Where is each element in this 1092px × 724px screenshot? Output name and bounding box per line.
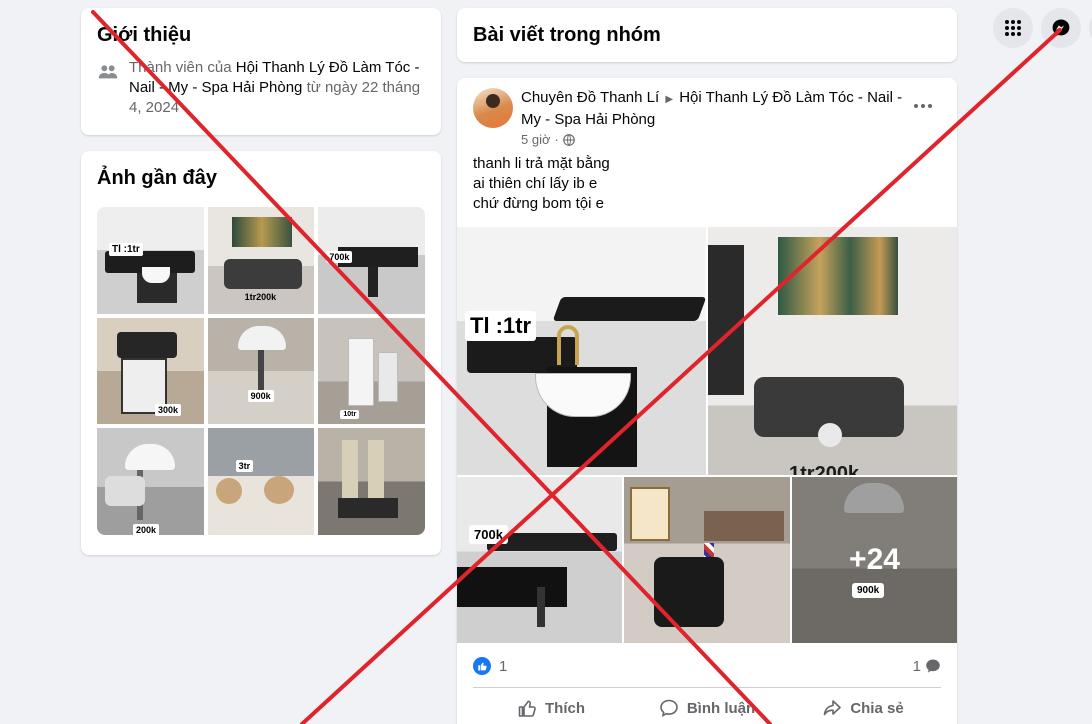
photo-thumb[interactable]: 10tr bbox=[318, 317, 425, 425]
dot-icon bbox=[914, 104, 918, 108]
recent-photos-card: Ảnh gần đây Tl :1tr 1tr200k 700k 300k 90… bbox=[81, 151, 441, 555]
thumbs-up-icon bbox=[518, 700, 536, 717]
intro-title: Giới thiệu bbox=[97, 24, 192, 46]
members-icon bbox=[98, 65, 118, 79]
apps-menu-button[interactable] bbox=[993, 8, 1033, 48]
comment-summary[interactable]: 1 bbox=[913, 658, 941, 675]
photo-thumb[interactable]: Tl :1tr bbox=[97, 207, 204, 314]
reaction-summary: 1 1 bbox=[473, 654, 941, 678]
like-count: 1 bbox=[499, 657, 508, 675]
more-photos-overlay[interactable]: +24 bbox=[792, 477, 957, 643]
photo-price-label: 700k bbox=[326, 251, 353, 263]
membership-text: Thành viên của Hội Thanh Lý Đồ Làm Tóc -… bbox=[129, 58, 425, 118]
membership-row: Thành viên của Hội Thanh Lý Đồ Làm Tóc -… bbox=[97, 58, 425, 118]
photo-thumb[interactable]: 900k bbox=[207, 317, 315, 425]
like-reaction-icon bbox=[473, 657, 491, 675]
post-time[interactable]: 5 giờ bbox=[521, 132, 551, 147]
photo-thumb[interactable]: 700k bbox=[318, 207, 425, 314]
post-photo[interactable] bbox=[624, 477, 790, 643]
comment-button[interactable]: Bình luận bbox=[629, 690, 785, 724]
post-header-text: Chuyên Đồ Thanh Lí ▶ Hội Thanh Lý Đồ Làm… bbox=[521, 88, 911, 147]
intro-card: Giới thiệu Thành viên của Hội Thanh Lý Đ… bbox=[81, 8, 441, 135]
post-header: Chuyên Đồ Thanh Lí ▶ Hội Thanh Lý Đồ Làm… bbox=[473, 88, 941, 147]
post-text: thanh li trả mặt bằng ai thiên chí lấy i… bbox=[473, 154, 610, 214]
photo-price-label: 300k bbox=[155, 403, 182, 416]
meta-separator: · bbox=[554, 132, 559, 147]
post-photo[interactable]: 700k bbox=[457, 477, 622, 643]
membership-prefix: Thành viên của bbox=[129, 59, 236, 76]
comment-icon bbox=[660, 699, 678, 718]
post-text-line: ai thiên chí lấy ib e bbox=[473, 175, 598, 192]
recent-photos-title: Ảnh gần đây bbox=[97, 167, 218, 189]
globe-icon bbox=[563, 133, 575, 146]
comment-label: Bình luận bbox=[686, 699, 756, 717]
photo-price-label: Tl :1tr bbox=[109, 243, 143, 256]
post-photo[interactable]: Tl :1tr bbox=[457, 227, 706, 475]
post-actions: Thích Bình luận Chia sẻ bbox=[473, 690, 941, 724]
photo-price-label: 900k bbox=[852, 583, 885, 598]
photo-price-label: 1tr200k bbox=[244, 292, 277, 302]
group-post: Chuyên Đồ Thanh Lí ▶ Hội Thanh Lý Đồ Làm… bbox=[457, 78, 957, 724]
photo-thumb[interactable]: 1tr200k bbox=[207, 207, 315, 314]
group-posts-title: Bài viết trong nhóm bbox=[473, 24, 661, 46]
share-button[interactable]: Chia sẻ bbox=[785, 690, 941, 724]
messenger-button[interactable] bbox=[1041, 8, 1081, 48]
dot-icon bbox=[921, 104, 925, 108]
messenger-icon bbox=[1052, 19, 1070, 37]
share-label: Chia sẻ bbox=[850, 699, 904, 717]
photo-grid: Tl :1tr 1tr200k 700k 300k 900k 10tr 200k… bbox=[97, 207, 425, 535]
author-name[interactable]: Chuyên Đồ Thanh Lí bbox=[521, 89, 659, 106]
comment-bubble-icon bbox=[926, 659, 940, 673]
more-options-button[interactable] bbox=[905, 92, 941, 120]
more-photos-count: +24 bbox=[849, 543, 900, 576]
comment-count: 1 bbox=[912, 657, 921, 675]
photo-price-label: 700k bbox=[469, 525, 508, 544]
post-photo[interactable]: 1tr200k bbox=[708, 227, 957, 475]
post-text-line: chứ đừng bom tội e bbox=[473, 195, 604, 212]
photo-thumb[interactable]: 3tr bbox=[207, 428, 315, 535]
like-summary[interactable]: 1 bbox=[473, 657, 507, 675]
post-text-line: thanh li trả mặt bằng bbox=[473, 155, 610, 172]
triangle-right-icon: ▶ bbox=[665, 94, 674, 105]
post-divider bbox=[473, 687, 941, 688]
share-icon bbox=[824, 700, 842, 716]
post-author-line: Chuyên Đồ Thanh Lí ▶ Hội Thanh Lý Đồ Làm… bbox=[521, 88, 911, 130]
photo-thumb[interactable]: 200k bbox=[97, 428, 204, 535]
like-button[interactable]: Thích bbox=[473, 690, 629, 724]
photo-thumb[interactable] bbox=[318, 428, 425, 535]
photo-price-label: 900k bbox=[247, 389, 274, 402]
post-media-grid: Tl :1tr 1tr200k 700k +24 900k bbox=[457, 227, 957, 643]
like-label: Thích bbox=[545, 699, 585, 717]
post-meta: 5 giờ · bbox=[521, 132, 911, 147]
photo-price-label: 1tr200k bbox=[789, 463, 860, 475]
dot-icon bbox=[928, 104, 932, 108]
photo-price-label: 3tr bbox=[235, 460, 254, 473]
photo-price-label: Tl :1tr bbox=[465, 311, 537, 341]
post-photo[interactable]: +24 900k bbox=[792, 477, 957, 643]
photo-price-label: 10tr bbox=[340, 409, 360, 419]
grid-menu-icon bbox=[1005, 20, 1021, 36]
photo-thumb[interactable]: 300k bbox=[97, 317, 204, 425]
author-avatar[interactable] bbox=[473, 88, 513, 128]
group-posts-header: Bài viết trong nhóm bbox=[457, 8, 957, 62]
photo-price-label: 200k bbox=[133, 524, 160, 535]
